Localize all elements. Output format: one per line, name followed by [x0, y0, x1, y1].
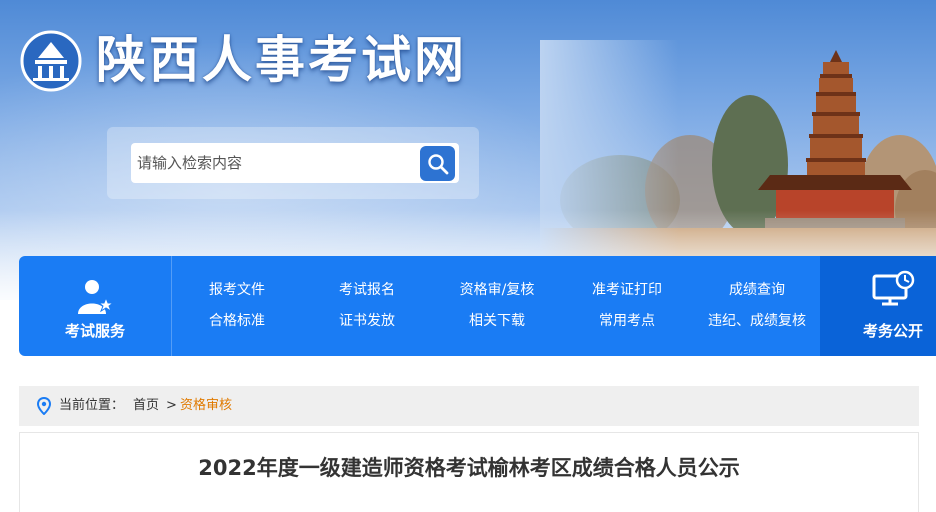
- nav-link-zige-shenhe[interactable]: 资格审/复核: [432, 280, 562, 300]
- logo-emblem-icon: [20, 30, 82, 92]
- exam-service-section[interactable]: 考试服务: [19, 256, 172, 356]
- search-box: [131, 143, 459, 183]
- main-nav: 考试服务 报考文件 考试报名 资格审/复核 准考证打印 成绩查询 合格标准 证书…: [19, 256, 936, 356]
- breadcrumb-separator: >: [166, 398, 177, 413]
- search-icon: [427, 153, 448, 174]
- breadcrumb: 当前位置： 首页 > 资格审核: [19, 386, 919, 426]
- nav-link-weiji-fuhe[interactable]: 违纪、成绩复核: [692, 311, 822, 331]
- exam-service-icon: [78, 280, 115, 314]
- header-banner: 陕西人事考试网: [0, 0, 936, 300]
- article-title: 2022年度一级建造师资格考试榆林考区成绩合格人员公示: [198, 456, 740, 480]
- site-title[interactable]: 陕西人事考试网: [96, 30, 467, 90]
- nav-link-chengji-chaxun[interactable]: 成绩查询: [692, 280, 822, 300]
- nav-link-hege-biaozhun[interactable]: 合格标准: [172, 311, 302, 331]
- nav-link-kaoshi-baoming[interactable]: 考试报名: [302, 280, 432, 300]
- search-button[interactable]: [420, 146, 455, 181]
- nav-links: 报考文件 考试报名 资格审/复核 准考证打印 成绩查询 合格标准 证书发放 相关…: [172, 256, 822, 356]
- exam-affairs-section[interactable]: 考务公开: [820, 256, 936, 356]
- breadcrumb-current[interactable]: 资格审核: [180, 397, 232, 415]
- search-panel: [107, 127, 479, 199]
- monitor-clock-icon: [872, 270, 915, 306]
- nav-link-changyong-kaodian[interactable]: 常用考点: [562, 311, 692, 331]
- search-input[interactable]: [131, 143, 411, 183]
- article-container: 2022年度一级建造师资格考试榆林考区成绩合格人员公示: [19, 432, 919, 512]
- nav-link-xiangguan-xiazai[interactable]: 相关下载: [432, 311, 562, 331]
- exam-service-label: 考试服务: [64, 322, 125, 340]
- nav-link-zhengshu-fafang[interactable]: 证书发放: [302, 311, 432, 331]
- location-pin-icon: [37, 397, 51, 415]
- nav-link-baokao-wenjian[interactable]: 报考文件: [172, 280, 302, 300]
- breadcrumb-prefix: 当前位置：: [59, 398, 125, 413]
- nav-link-zhunkaozheng[interactable]: 准考证打印: [562, 280, 692, 300]
- breadcrumb-home-link[interactable]: 首页: [133, 397, 159, 415]
- exam-affairs-label: 考务公开: [863, 322, 924, 340]
